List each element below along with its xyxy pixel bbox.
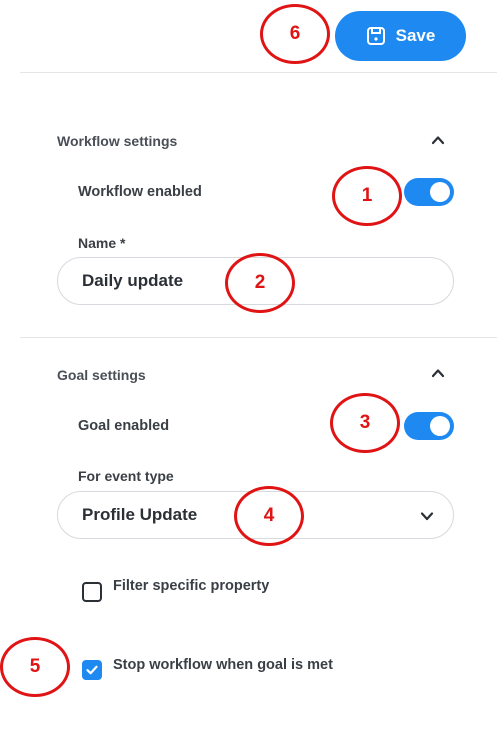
annotation-marker-4: 4 xyxy=(234,486,304,546)
goal-enabled-toggle[interactable] xyxy=(404,412,454,440)
workflow-enabled-label: Workflow enabled xyxy=(78,184,202,200)
stop-workflow-checkbox[interactable] xyxy=(82,660,102,680)
stop-workflow-label: Stop workflow when goal is met xyxy=(113,657,333,673)
goal-enabled-label: Goal enabled xyxy=(78,418,170,434)
chevron-up-icon[interactable] xyxy=(430,365,446,381)
name-label: Name * xyxy=(78,235,126,251)
filter-property-checkbox[interactable] xyxy=(82,582,102,602)
workflow-settings-title: Workflow settings xyxy=(57,133,178,149)
workflow-enabled-toggle[interactable] xyxy=(404,178,454,206)
annotation-marker-5: 5 xyxy=(0,637,70,697)
section-divider xyxy=(20,337,497,338)
checkmark-icon xyxy=(85,663,99,677)
annotation-marker-6: 6 xyxy=(260,4,330,64)
chevron-down-icon xyxy=(419,508,435,524)
save-button[interactable]: Save xyxy=(335,11,466,61)
event-type-label: For event type xyxy=(78,468,174,484)
filter-property-label: Filter specific property xyxy=(113,578,270,594)
chevron-up-icon[interactable] xyxy=(430,132,446,148)
toggle-knob xyxy=(430,416,450,436)
annotation-marker-3: 3 xyxy=(330,393,400,453)
save-icon xyxy=(366,26,386,46)
name-input-value: Daily update xyxy=(82,271,184,290)
annotation-marker-2: 2 xyxy=(225,253,295,313)
annotation-marker-1: 1 xyxy=(332,166,402,226)
save-label: Save xyxy=(395,26,436,45)
toggle-knob xyxy=(430,182,450,202)
goal-settings-title: Goal settings xyxy=(57,367,146,383)
header-divider xyxy=(20,72,497,73)
event-type-value: Profile Update xyxy=(82,505,198,524)
